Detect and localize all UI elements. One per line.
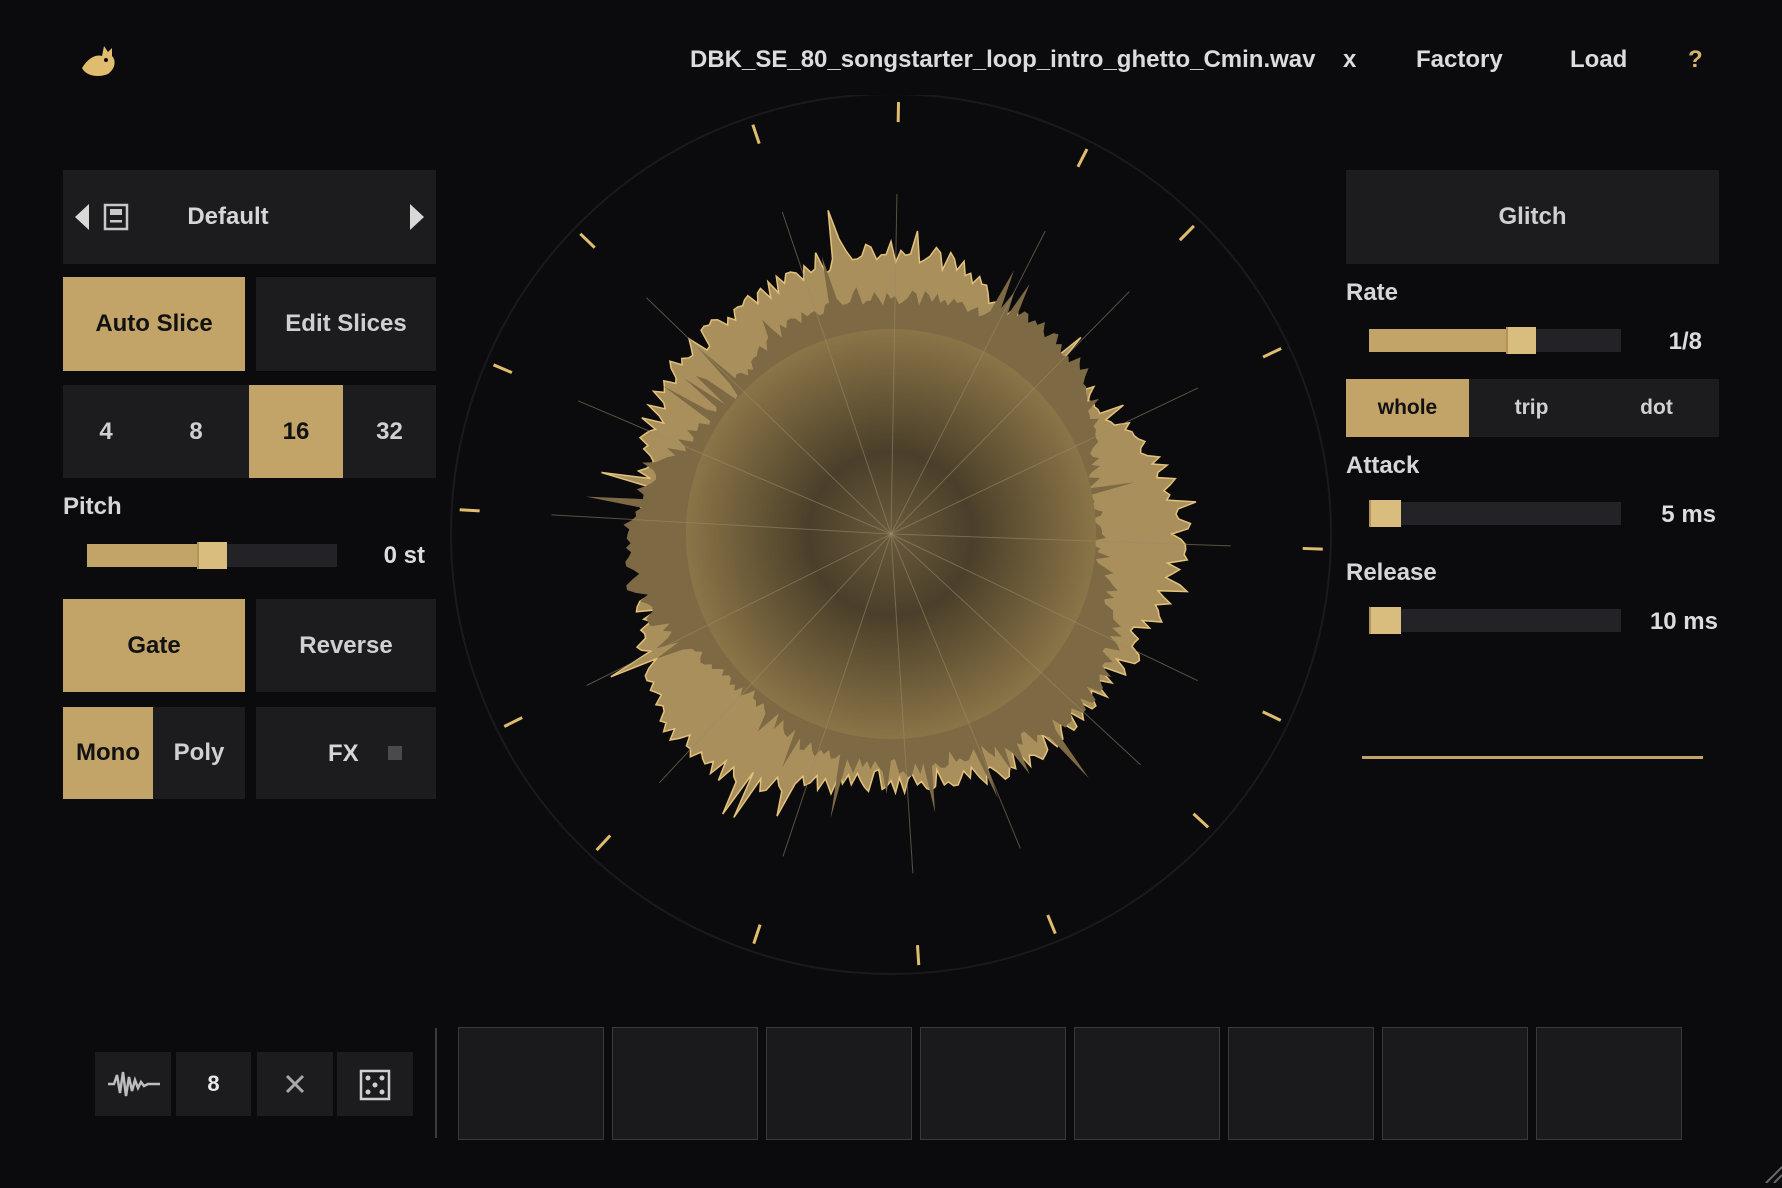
edit-slices-button[interactable]: Edit Slices: [256, 277, 436, 371]
sample-pad-3[interactable]: [766, 1027, 912, 1140]
envelope-line: [1362, 756, 1703, 759]
clear-icon: [284, 1073, 306, 1095]
slice-tick-mark: [1180, 226, 1194, 240]
slice-tick-mark: [1193, 814, 1208, 828]
rate-thumb[interactable]: [1506, 327, 1536, 354]
pitch-label: Pitch: [63, 493, 122, 521]
pitch-slider[interactable]: [87, 544, 337, 567]
rate-label: Rate: [1346, 279, 1398, 307]
close-sample-button[interactable]: x: [1343, 46, 1356, 74]
radial-waveform-display[interactable]: [440, 95, 1340, 975]
randomize-button[interactable]: [337, 1052, 413, 1116]
slice-tick-mark: [1263, 712, 1281, 721]
release-label: Release: [1346, 559, 1437, 587]
fx-label: FX: [328, 740, 359, 768]
slice-tick-mark: [754, 925, 760, 944]
slice-tick-mark: [1048, 915, 1056, 933]
pad-count-value[interactable]: 8: [176, 1052, 251, 1116]
attack-label: Attack: [1346, 452, 1419, 480]
preset-selector: Default: [63, 170, 436, 264]
slice-tick-mark: [1078, 149, 1087, 167]
attack-slider[interactable]: [1369, 502, 1621, 525]
clear-button[interactable]: [257, 1052, 333, 1116]
load-button[interactable]: Load: [1570, 46, 1627, 74]
rate-mode-dot[interactable]: dot: [1594, 379, 1719, 437]
release-slider[interactable]: [1369, 609, 1621, 632]
release-value: 10 ms: [1620, 608, 1718, 636]
sample-pad-8[interactable]: [1536, 1027, 1682, 1140]
fx-toggle[interactable]: FX: [256, 707, 436, 799]
rate-mode-trip[interactable]: trip: [1469, 379, 1594, 437]
pitch-fill: [87, 544, 212, 567]
sample-pad-6[interactable]: [1228, 1027, 1374, 1140]
slice-tick-mark: [504, 718, 522, 727]
dice-icon: [359, 1069, 391, 1101]
slice-tick-mark: [1263, 348, 1281, 357]
slice-tick-mark: [1303, 548, 1323, 549]
sample-pad-1[interactable]: [458, 1027, 604, 1140]
resize-grip-icon[interactable]: [1762, 1163, 1782, 1183]
auto-slice-button[interactable]: Auto Slice: [63, 277, 245, 371]
next-arrow-icon[interactable]: [408, 204, 424, 230]
rate-mode-group: whole trip dot: [1346, 379, 1719, 437]
attack-thumb[interactable]: [1369, 500, 1401, 527]
sample-filename[interactable]: DBK_SE_80_songstarter_loop_intro_ghetto_…: [690, 46, 1330, 74]
slice-count-group: 4 8 16 32: [63, 385, 436, 478]
rate-slider[interactable]: [1369, 329, 1621, 352]
factory-button[interactable]: Factory: [1416, 46, 1503, 74]
release-thumb[interactable]: [1369, 607, 1401, 634]
slice-count-8[interactable]: 8: [149, 385, 243, 478]
sample-pad-4[interactable]: [920, 1027, 1066, 1140]
slice-tick-mark: [494, 365, 512, 373]
pitch-thumb[interactable]: [197, 542, 227, 569]
sample-pad-2[interactable]: [612, 1027, 758, 1140]
waveform-view-button[interactable]: [95, 1052, 171, 1116]
rate-value: 1/8: [1620, 328, 1702, 356]
slice-count-32[interactable]: 32: [343, 385, 436, 478]
slice-count-16[interactable]: 16: [249, 385, 343, 478]
bottom-divider: [435, 1028, 437, 1138]
sample-pad-7[interactable]: [1382, 1027, 1528, 1140]
app-logo-icon: [78, 38, 122, 82]
gate-button[interactable]: Gate: [63, 599, 245, 692]
prev-arrow-icon[interactable]: [75, 204, 91, 230]
slice-tick-mark: [917, 945, 918, 965]
mono-button[interactable]: Mono: [63, 707, 153, 799]
save-icon[interactable]: [103, 203, 129, 231]
sample-pad-5[interactable]: [1074, 1027, 1220, 1140]
pitch-value: 0 st: [340, 542, 425, 570]
effect-selector[interactable]: Glitch: [1346, 170, 1719, 264]
preset-name[interactable]: Default: [143, 203, 313, 231]
slice-tick-mark: [460, 510, 480, 511]
slice-tick-mark: [753, 125, 759, 144]
slice-tick-mark: [597, 836, 611, 851]
slice-tick-mark: [580, 234, 594, 248]
fx-indicator: [388, 746, 402, 760]
rate-mode-whole[interactable]: whole: [1346, 379, 1469, 437]
rate-fill: [1369, 329, 1520, 352]
help-button[interactable]: ?: [1688, 46, 1703, 74]
reverse-button[interactable]: Reverse: [256, 599, 436, 692]
attack-value: 5 ms: [1620, 501, 1716, 529]
poly-button[interactable]: Poly: [153, 707, 245, 799]
slice-count-4[interactable]: 4: [63, 385, 149, 478]
waveform-icon: [108, 1069, 160, 1099]
